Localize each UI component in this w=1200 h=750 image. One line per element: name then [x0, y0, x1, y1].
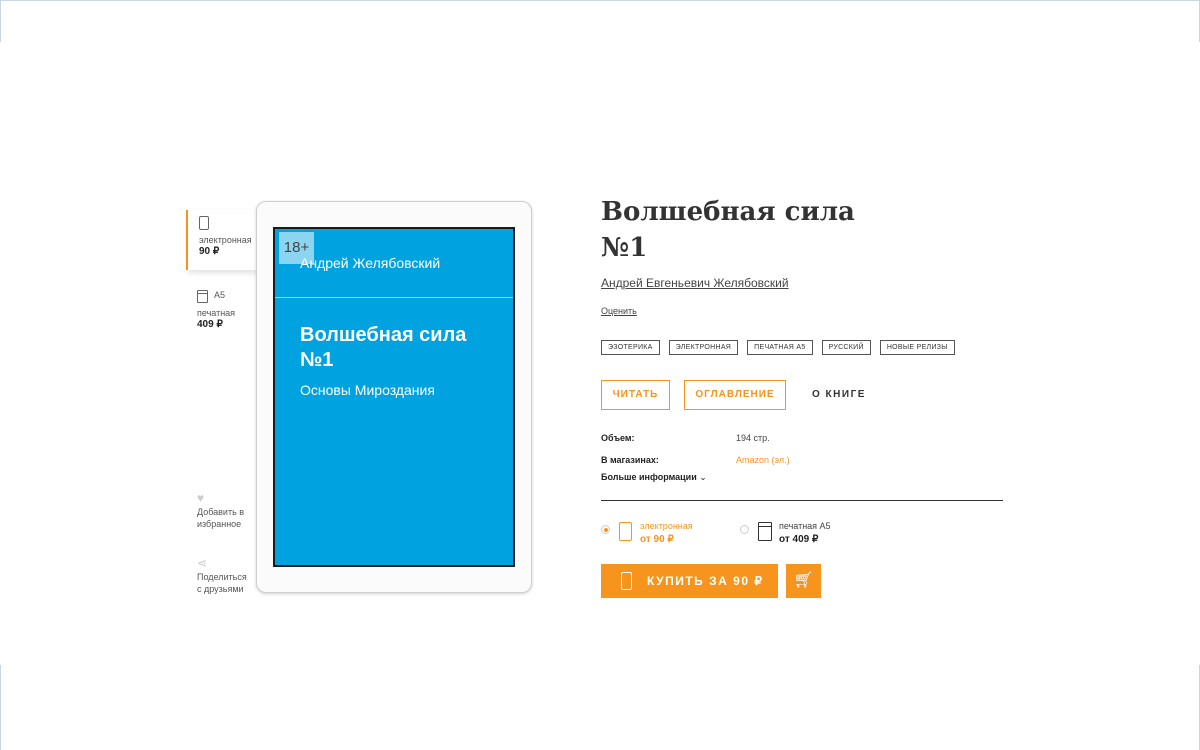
cover-author: Андрей Желябовский [300, 255, 441, 271]
radio-electronic[interactable] [601, 525, 610, 534]
buy-button-label: КУПИТЬ ЗА 90 ₽ [647, 574, 764, 588]
share-button[interactable]: ⋖ Поделиться с друзьями [197, 557, 253, 595]
cover-divider [275, 297, 513, 298]
tablet-icon [199, 216, 209, 230]
author-link[interactable]: Андрей Евгеньевич Желябовский [601, 276, 789, 290]
option-label: электронная [640, 521, 693, 531]
volume-label: Объем: [601, 433, 635, 443]
frame-border-left-bottom [0, 665, 1, 750]
tag[interactable]: ЭЛЕКТРОННАЯ [668, 340, 739, 355]
frame-border-left [0, 0, 1, 42]
option-price: от 409 ₽ [779, 534, 819, 545]
share-icon: ⋖ [197, 556, 208, 570]
option-label: печатная A5 [779, 521, 831, 531]
format-tab-price: 90 ₽ [199, 246, 220, 257]
book-title: Волшебная сила №1 [601, 197, 855, 263]
read-button[interactable]: ЧИТАТЬ [601, 380, 670, 410]
add-to-favorites-button[interactable]: ♥ Добавить в избранное [197, 492, 253, 530]
radio-print[interactable] [740, 525, 749, 534]
rate-link[interactable]: Оценить [601, 306, 637, 316]
more-info-label: Больше информации [601, 472, 697, 482]
stores-label: В магазинах: [601, 455, 659, 465]
tablet-icon [619, 522, 632, 541]
book-icon [197, 290, 208, 303]
share-label: Поделиться с друзьями [197, 572, 247, 594]
cover-subtitle: Основы Мироздания [300, 382, 435, 398]
format-tab-label: печатная [197, 308, 236, 318]
book-icon [758, 522, 772, 541]
chevron-down-icon: ⌄ [699, 472, 707, 482]
store-link-amazon[interactable]: Amazon (эл.) [736, 455, 790, 465]
tag[interactable]: НОВЫЕ РЕЛИЗЫ [879, 340, 955, 355]
add-to-cart-button[interactable]: 🛒︎ [786, 564, 821, 598]
tag[interactable]: РУССКИЙ [821, 340, 871, 355]
tag[interactable]: ЭЗОТЕРИКА [601, 340, 660, 355]
format-tab-label: электронная [199, 235, 252, 245]
about-book-tab[interactable]: О КНИГЕ [812, 389, 866, 400]
format-tab-electronic[interactable]: электронная 90 ₽ [186, 210, 256, 270]
cover-title: Волшебная сила №1 [300, 324, 467, 371]
tag-list: ЭЗОТЕРИКА ЭЛЕКТРОННАЯ ПЕЧАТНАЯ А5 РУССКИ… [601, 340, 955, 355]
format-tab-price: 409 ₽ [197, 319, 223, 330]
format-tab-size: A5 [214, 290, 226, 300]
frame-border-top [0, 0, 1200, 1]
volume-value: 194 стр. [736, 433, 770, 443]
tag[interactable]: ПЕЧАТНАЯ А5 [747, 340, 813, 355]
section-divider [601, 500, 1003, 501]
toc-button[interactable]: ОГЛАВЛЕНИЕ [684, 380, 786, 410]
format-tab-print[interactable]: A5 печатная 409 ₽ [186, 284, 256, 334]
cart-icon: 🛒︎ [793, 572, 814, 589]
buy-button[interactable]: КУПИТЬ ЗА 90 ₽ [601, 564, 778, 598]
heart-icon: ♥ [197, 491, 205, 505]
add-to-favorites-label: Добавить в избранное [197, 507, 245, 529]
more-info-toggle[interactable]: Больше информации ⌄ [601, 472, 707, 483]
option-price: от 90 ₽ [640, 534, 674, 545]
tablet-icon [621, 572, 632, 590]
